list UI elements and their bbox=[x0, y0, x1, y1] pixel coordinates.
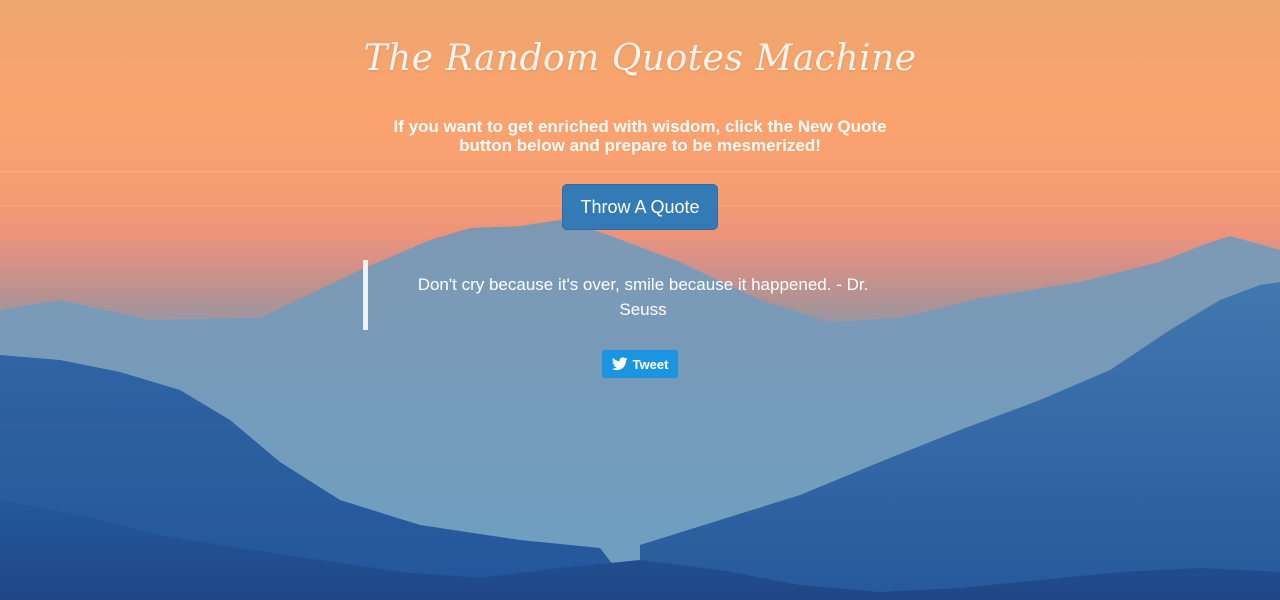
tweet-button[interactable]: Tweet bbox=[602, 350, 678, 378]
throw-quote-button[interactable]: Throw A Quote bbox=[562, 184, 718, 230]
page-subtitle: If you want to get enriched with wisdom,… bbox=[393, 117, 887, 155]
quote-machine-container: The Random Quotes Machine If you want to… bbox=[0, 0, 1280, 600]
page-title: The Random Quotes Machine bbox=[363, 38, 917, 79]
tweet-label: Tweet bbox=[632, 356, 669, 372]
quote-text: Don't cry because it's over, smile becau… bbox=[417, 275, 869, 319]
twitter-bird-icon bbox=[611, 357, 628, 371]
quote-blockquote: Don't cry because it's over, smile becau… bbox=[363, 260, 903, 330]
